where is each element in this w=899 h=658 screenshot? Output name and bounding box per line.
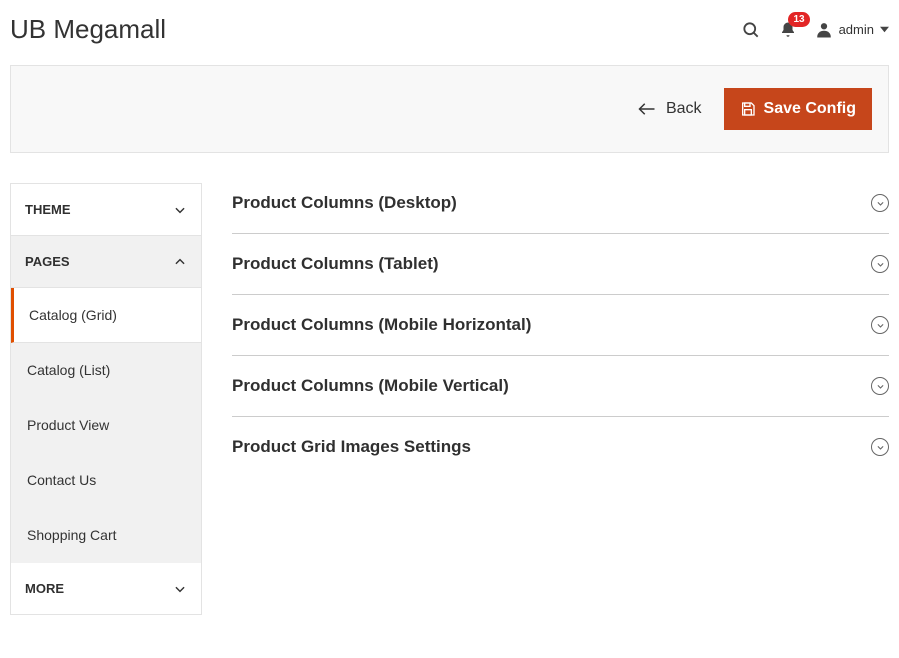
header-top: UB Megamall 13 admin [0,0,899,55]
sidebar-panel-more[interactable]: MORE [11,563,201,614]
arrow-left-icon [638,102,656,116]
chevron-down-icon [173,203,187,217]
save-label: Save Config [764,100,856,118]
sidebar-item-catalog-list[interactable]: Catalog (List) [11,343,201,398]
sidebar-item-label: Contact Us [27,472,96,488]
sidebar-item-product-view[interactable]: Product View [11,398,201,453]
section-product-columns-tablet[interactable]: Product Columns (Tablet) [232,234,889,295]
chevron-up-icon [173,255,187,269]
expand-icon [871,316,889,334]
sidebar-item-catalog-grid[interactable]: Catalog (Grid) [11,288,201,343]
section-title: Product Columns (Mobile Horizontal) [232,315,531,335]
section-title: Product Columns (Tablet) [232,254,439,274]
content: THEME PAGES Catalog (Grid) Catalog (List… [0,183,899,615]
sidebar-panel-theme[interactable]: THEME [11,184,201,236]
section-title: Product Grid Images Settings [232,437,471,457]
section-product-columns-mobile-horizontal[interactable]: Product Columns (Mobile Horizontal) [232,295,889,356]
user-menu[interactable]: admin [815,21,889,39]
expand-icon [871,255,889,273]
back-button[interactable]: Back [638,100,702,118]
section-product-columns-desktop[interactable]: Product Columns (Desktop) [232,183,889,234]
sidebar: THEME PAGES Catalog (Grid) Catalog (List… [10,183,202,615]
main-panel: Product Columns (Desktop) Product Column… [232,183,889,615]
sidebar-item-label: Catalog (List) [27,362,110,378]
section-product-columns-mobile-vertical[interactable]: Product Columns (Mobile Vertical) [232,356,889,417]
sidebar-item-contact-us[interactable]: Contact Us [11,453,201,508]
search-icon[interactable] [741,20,761,40]
save-icon [740,101,756,117]
sidebar-item-label: Catalog (Grid) [29,307,117,323]
save-config-button[interactable]: Save Config [724,88,872,130]
actions-bar: Back Save Config [10,65,889,153]
expand-icon [871,194,889,212]
chevron-down-icon [173,582,187,596]
sidebar-panel-label: MORE [25,581,64,596]
sidebar-panel-label: PAGES [25,254,70,269]
sidebar-pages-list: Catalog (Grid) Catalog (List) Product Vi… [11,288,201,563]
expand-icon [871,377,889,395]
notifications-button[interactable]: 13 [779,20,797,40]
caret-down-icon [880,25,889,34]
sidebar-item-label: Product View [27,417,109,433]
notification-count-badge: 13 [788,12,809,27]
section-title: Product Columns (Mobile Vertical) [232,376,509,396]
user-icon [815,21,833,39]
expand-icon [871,438,889,456]
section-title: Product Columns (Desktop) [232,193,457,213]
page-title: UB Megamall [10,14,166,45]
sidebar-panel-label: THEME [25,202,71,217]
sidebar-panel-pages[interactable]: PAGES [11,236,201,288]
section-product-grid-images-settings[interactable]: Product Grid Images Settings [232,417,889,477]
header-icons: 13 admin [741,20,889,40]
sidebar-item-label: Shopping Cart [27,527,117,543]
back-label: Back [666,100,702,118]
user-name-label: admin [839,22,874,37]
sidebar-item-shopping-cart[interactable]: Shopping Cart [11,508,201,563]
